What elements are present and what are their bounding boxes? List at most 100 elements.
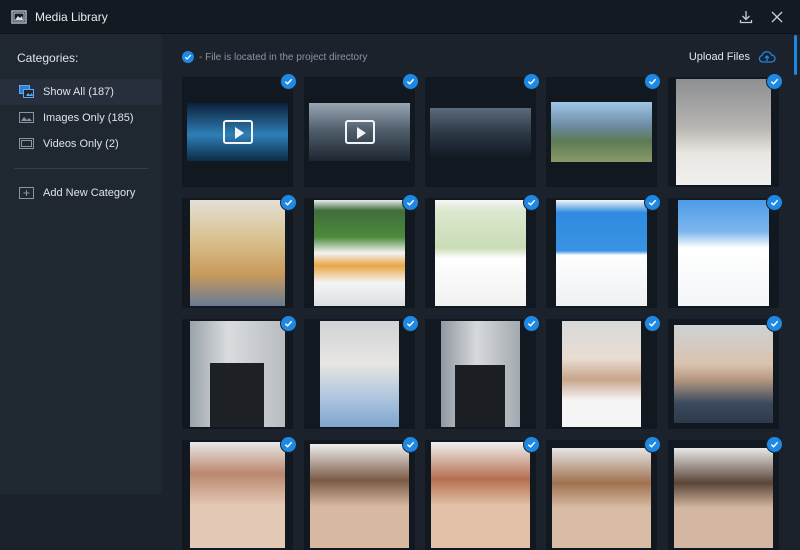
check-icon — [523, 73, 540, 90]
play-icon — [222, 120, 253, 144]
check-icon — [766, 73, 783, 90]
thumbnail-image — [552, 448, 651, 548]
image-thumbnail[interactable] — [425, 440, 536, 550]
thumbnail-image — [431, 442, 530, 548]
category-label: Videos Only (2) — [43, 138, 119, 150]
media-tile[interactable] — [182, 73, 297, 187]
media-tile[interactable] — [546, 73, 661, 187]
media-tile[interactable] — [425, 73, 540, 187]
image-thumbnail[interactable] — [182, 319, 293, 429]
legend: - File is located in the project directo… — [182, 51, 367, 63]
media-tile[interactable] — [304, 194, 419, 308]
video-thumbnail[interactable] — [182, 77, 293, 187]
image-thumbnail[interactable] — [425, 319, 536, 429]
close-icon — [771, 11, 783, 22]
download-button[interactable] — [738, 9, 754, 25]
download-icon — [739, 10, 753, 23]
check-icon — [280, 73, 297, 90]
thumbnail-image — [676, 79, 771, 185]
media-tile[interactable] — [304, 73, 419, 187]
image-thumbnail[interactable] — [546, 77, 657, 187]
media-tile[interactable] — [304, 315, 419, 429]
check-icon — [280, 436, 297, 453]
image-thumbnail[interactable] — [425, 198, 536, 308]
check-icon — [766, 194, 783, 211]
check-icon — [402, 73, 419, 90]
thumbnail-image — [551, 102, 652, 162]
play-icon — [344, 120, 375, 144]
scrollbar-thumb[interactable] — [794, 35, 797, 75]
check-icon — [523, 194, 540, 211]
categories-header: Categories: — [17, 51, 79, 65]
upload-label: Upload Files — [688, 51, 750, 63]
image-thumbnail[interactable] — [304, 319, 415, 429]
check-icon — [766, 436, 783, 453]
image-thumbnail[interactable] — [546, 440, 657, 550]
thumbnail-image — [562, 321, 641, 427]
image-thumbnail[interactable] — [668, 319, 779, 429]
check-icon — [523, 436, 540, 453]
check-icon — [280, 194, 297, 211]
media-tile[interactable] — [546, 436, 661, 550]
thumbnail-image — [678, 200, 769, 306]
image-icon — [19, 111, 35, 125]
media-tile[interactable] — [668, 73, 783, 187]
media-tile[interactable] — [546, 194, 661, 308]
check-icon — [644, 73, 661, 90]
categories-sidebar: Categories: Show All (187) Images Only (… — [0, 34, 162, 494]
media-tile[interactable] — [182, 194, 297, 308]
media-tile[interactable] — [182, 436, 297, 550]
thumbnail-image — [314, 200, 405, 306]
video-thumbnail[interactable] — [304, 77, 415, 187]
media-tile[interactable] — [425, 194, 540, 308]
thumbnail-detail — [210, 363, 264, 427]
image-thumbnail[interactable] — [425, 77, 536, 187]
add-category-button[interactable]: Add New Category — [0, 180, 162, 206]
check-icon — [402, 194, 419, 211]
category-videos-only[interactable]: Videos Only (2) — [0, 131, 162, 157]
category-show-all[interactable]: Show All (187) — [0, 79, 162, 105]
window-title: Media Library — [35, 9, 108, 24]
thumbnail-image — [674, 448, 773, 548]
close-button[interactable] — [769, 9, 785, 25]
image-thumbnail[interactable] — [182, 440, 293, 550]
thumbnail-image — [674, 325, 773, 423]
sidebar-divider — [14, 168, 148, 169]
media-library-icon — [11, 9, 27, 24]
category-images-only[interactable]: Images Only (185) — [0, 105, 162, 131]
media-tile[interactable] — [546, 315, 661, 429]
thumbnail-image — [190, 442, 285, 548]
check-icon — [523, 315, 540, 332]
image-thumbnail[interactable] — [546, 319, 657, 429]
media-tile[interactable] — [425, 436, 540, 550]
media-all-icon — [19, 85, 35, 99]
cloud-upload-icon — [758, 51, 776, 63]
check-icon — [644, 436, 661, 453]
image-thumbnail[interactable] — [668, 198, 779, 308]
media-tile[interactable] — [304, 436, 419, 550]
media-tile[interactable] — [668, 194, 783, 308]
media-tile[interactable] — [182, 315, 297, 429]
media-tile[interactable] — [668, 436, 783, 550]
upload-files-button[interactable]: Upload Files — [689, 50, 776, 64]
image-thumbnail[interactable] — [182, 198, 293, 308]
thumbnail-detail — [455, 365, 505, 427]
category-label: Show All (187) — [43, 86, 114, 98]
image-thumbnail[interactable] — [304, 440, 415, 550]
thumbnail-image — [190, 200, 285, 306]
check-icon — [182, 51, 194, 63]
check-icon — [644, 194, 661, 211]
thumbnail-image — [556, 200, 647, 306]
image-thumbnail[interactable] — [668, 77, 779, 187]
image-thumbnail[interactable] — [546, 198, 657, 308]
add-folder-icon — [19, 186, 35, 200]
check-icon — [280, 315, 297, 332]
media-tile[interactable] — [425, 315, 540, 429]
image-thumbnail[interactable] — [304, 198, 415, 308]
image-thumbnail[interactable] — [668, 440, 779, 550]
media-tile[interactable] — [668, 315, 783, 429]
check-icon — [402, 436, 419, 453]
legend-text: - File is located in the project directo… — [199, 51, 368, 63]
thumbnail-image — [430, 108, 531, 158]
title-bar: Media Library — [0, 0, 800, 34]
